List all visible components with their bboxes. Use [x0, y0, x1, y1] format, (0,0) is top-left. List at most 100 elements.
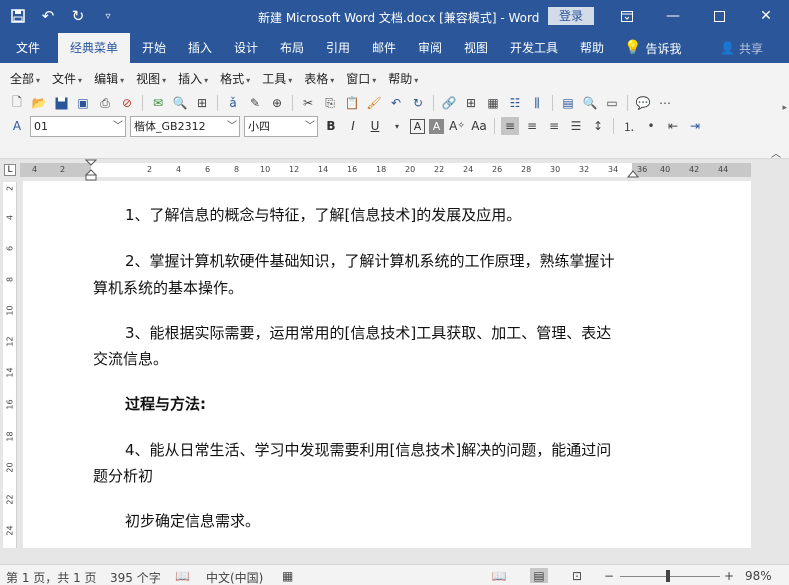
tab-layout[interactable]: 布局 [274, 33, 310, 63]
reading-view-icon[interactable]: ▭ [603, 94, 621, 112]
section-heading[interactable]: 过程与方法: [93, 391, 653, 418]
paragraph-continuation[interactable]: 算机系统的基本操作。 [93, 275, 653, 302]
indent-marker-icon[interactable] [85, 159, 97, 181]
font-size-select[interactable]: 小四 ﹀ [244, 115, 318, 137]
menu-format[interactable]: 格式 [220, 70, 250, 87]
align-left-icon[interactable]: ≡ [501, 117, 519, 135]
zoom-level[interactable]: 98% [745, 569, 772, 583]
email-icon[interactable]: ✉ [149, 94, 167, 112]
character-border-icon[interactable]: A [410, 118, 425, 134]
horizontal-ruler[interactable]: 4 2 2 4 6 8 10 12 14 16 18 20 22 24 26 2… [20, 159, 751, 181]
maximize-icon[interactable] [707, 6, 731, 26]
open-folder-icon[interactable]: 📂 [30, 94, 48, 112]
paragraph[interactable]: 1、了解信息的概念与特征，了解[信息技术]的发展及应用。 [93, 202, 653, 229]
proofing-icon[interactable]: 📖 [175, 569, 190, 583]
save-as-icon[interactable]: ▣ [74, 94, 92, 112]
macro-record-icon[interactable]: ▦ [282, 569, 293, 583]
new-document-icon[interactable]: 🗋 [8, 94, 26, 112]
text-direction-icon[interactable]: ⫼ [528, 94, 546, 112]
paragraph[interactable]: 初步确定信息需求。 [93, 508, 653, 535]
vertical-ruler[interactable]: 2 4 6 8 10 12 14 16 18 20 22 24 [3, 182, 17, 548]
save-icon[interactable] [52, 94, 70, 112]
paragraph[interactable]: 2、掌握计算机软硬件基础知识，了解计算机系统的工作原理，熟练掌握计 [93, 248, 653, 275]
tab-file[interactable]: 文件 [8, 33, 48, 63]
research-icon[interactable]: ✎ [246, 94, 264, 112]
print-preview-icon[interactable]: 🔍 [171, 94, 189, 112]
paste-icon[interactable]: 📋 [343, 94, 361, 112]
read-mode-icon[interactable]: 📖 [490, 568, 508, 583]
ribbon-display-options-icon[interactable] [615, 6, 639, 26]
menu-help[interactable]: 帮助 [388, 70, 418, 87]
spelling-icon[interactable]: ǎ [224, 94, 242, 112]
italic-icon[interactable]: I [344, 117, 362, 135]
menu-file[interactable]: 文件 [52, 70, 82, 87]
styles-icon[interactable]: A [8, 117, 26, 135]
align-center-icon[interactable]: ≡ [523, 117, 541, 135]
zoom-in-icon[interactable]: + [724, 569, 734, 583]
thesaurus-icon[interactable]: ⊕ [268, 94, 286, 112]
undo-icon[interactable]: ↶ [387, 94, 405, 112]
page-count[interactable]: 第 1 页，共 1 页 [6, 569, 97, 585]
paragraph[interactable]: 3、能根据实际需要，运用常用的[信息技术]工具获取、加工、管理、表达 [93, 320, 653, 347]
zoom-slider-thumb[interactable] [666, 570, 670, 582]
zoom-out-icon[interactable]: − [604, 569, 614, 583]
character-shading-icon[interactable]: A [429, 118, 444, 134]
text-effects-icon[interactable]: A ✧ [448, 117, 466, 135]
comment-icon[interactable]: 💬 [634, 94, 652, 112]
redo-icon[interactable]: ↻ [409, 94, 427, 112]
underline-icon[interactable]: U [366, 117, 384, 135]
paragraph-continuation[interactable]: 题分析初 [93, 463, 653, 490]
menu-tools[interactable]: 工具 [262, 70, 292, 87]
tab-insert[interactable]: 插入 [182, 33, 218, 63]
cut-icon[interactable]: ✂ [299, 94, 317, 112]
paragraph[interactable]: 4、能从日常生活、学习中发现需要利用[信息技术]解决的问题，能通过问 [93, 437, 653, 464]
document-page[interactable]: 1、了解信息的概念与特征，了解[信息技术]的发展及应用。 2、掌握计算机软硬件基… [23, 181, 751, 548]
borders-icon[interactable]: ⊞ [462, 94, 480, 112]
hyperlink-icon[interactable]: 🔗 [440, 94, 458, 112]
permission-icon[interactable]: ⊘ [118, 94, 136, 112]
justify-icon[interactable]: ☰ [567, 117, 585, 135]
format-painter-icon[interactable]: 🖌 [365, 94, 383, 112]
tab-review[interactable]: 审阅 [412, 33, 448, 63]
copy-icon[interactable]: ⎘ [321, 94, 339, 112]
print-icon[interactable]: ⎙ [96, 94, 114, 112]
underline-dropdown-icon[interactable]: ▾ [388, 117, 406, 135]
print-preview-dropdown-icon[interactable]: ⊞ [193, 94, 211, 112]
menu-edit[interactable]: 编辑 [94, 70, 124, 87]
language-indicator[interactable]: 中文(中国) [206, 569, 263, 585]
redo-icon[interactable]: ↻ [68, 6, 88, 26]
menu-all[interactable]: 全部 [10, 70, 40, 87]
increase-indent-icon[interactable]: ⇥ [686, 117, 704, 135]
line-spacing-icon[interactable]: ↕ [589, 117, 607, 135]
zoom-slider-track[interactable] [620, 576, 720, 577]
document-map-icon[interactable]: ▤ [559, 94, 577, 112]
tab-mailings[interactable]: 邮件 [366, 33, 402, 63]
tab-references[interactable]: 引用 [320, 33, 356, 63]
decrease-indent-icon[interactable]: ⇤ [664, 117, 682, 135]
menu-window[interactable]: 窗口 [346, 70, 376, 87]
customize-qat-icon[interactable]: ▿ [98, 6, 118, 26]
toolbar-scroll-right-icon[interactable]: ▸ [782, 103, 787, 113]
minimize-icon[interactable]: — [661, 6, 685, 26]
more-options-icon[interactable]: ⋯ [656, 94, 674, 112]
tab-design[interactable]: 设计 [228, 33, 264, 63]
tell-me-search[interactable]: 💡 告诉我 [624, 33, 681, 63]
find-icon[interactable]: 🔍 [581, 94, 599, 112]
tab-view[interactable]: 视图 [458, 33, 494, 63]
tab-selector[interactable]: L [4, 164, 16, 176]
table-icon[interactable]: ▦ [484, 94, 502, 112]
columns-icon[interactable]: ☷ [506, 94, 524, 112]
word-count[interactable]: 395 个字 [110, 569, 161, 585]
numbering-icon[interactable]: ⒈ [620, 117, 638, 135]
style-select[interactable]: 01 ﹀ [30, 115, 126, 137]
login-button[interactable]: 登录 [548, 7, 594, 25]
save-icon[interactable] [8, 6, 28, 26]
share-button[interactable]: 👤 共享 [720, 33, 763, 63]
tab-help[interactable]: 帮助 [574, 33, 610, 63]
bold-icon[interactable]: B [322, 117, 340, 135]
tab-developer[interactable]: 开发工具 [504, 33, 564, 63]
menu-view[interactable]: 视图 [136, 70, 166, 87]
tab-classic-menu[interactable]: 经典菜单 [58, 33, 130, 63]
align-right-icon[interactable]: ≡ [545, 117, 563, 135]
paragraph-continuation[interactable]: 交流信息。 [93, 346, 653, 373]
